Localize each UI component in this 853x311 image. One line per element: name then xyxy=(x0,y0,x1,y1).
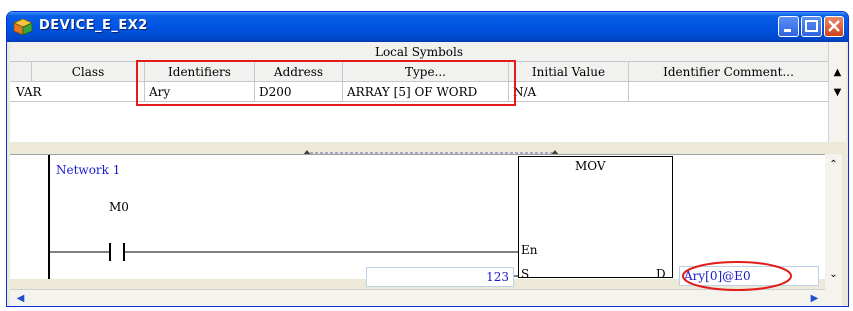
highlight-rectangle xyxy=(136,60,516,106)
rung-wiring xyxy=(48,243,518,277)
minimize-button[interactable] xyxy=(778,16,799,37)
symbol-editor-window: DEVICE_E_EX2 Local Symbols Class Identif… xyxy=(6,11,849,307)
window-title: DEVICE_E_EX2 xyxy=(39,18,148,33)
maximize-button[interactable] xyxy=(801,16,822,37)
column-header-initial-value[interactable]: Initial Value xyxy=(509,62,629,82)
column-header-identifier-comment[interactable]: Identifier Comment... xyxy=(629,62,828,82)
ladder-vertical-scrollbar[interactable]: ⌃ ⌄ xyxy=(825,154,842,306)
cell-class[interactable]: VAR xyxy=(10,82,145,102)
scroll-up-icon[interactable]: ▲ xyxy=(829,64,846,81)
mov-instruction-block[interactable] xyxy=(518,156,673,278)
scroll-down-icon[interactable]: ⌄ xyxy=(825,266,842,283)
column-header-class[interactable]: Class xyxy=(32,62,145,82)
minimize-icon xyxy=(784,29,791,32)
pin-d-label: D xyxy=(656,267,666,281)
pin-s-label: S xyxy=(521,267,530,281)
highlight-ellipse xyxy=(682,261,792,291)
scroll-down-icon[interactable]: ▼ xyxy=(829,84,846,101)
scroll-up-icon[interactable]: ⌃ xyxy=(825,156,842,173)
device-icon xyxy=(13,18,33,36)
table-caption: Local Symbols xyxy=(10,42,828,62)
close-button[interactable] xyxy=(824,16,844,37)
pane-splitter[interactable] xyxy=(10,143,827,155)
row-header-corner xyxy=(10,62,32,82)
table-vertical-scrollbar[interactable]: ▲ ▼ xyxy=(828,42,846,142)
title-bar[interactable]: DEVICE_E_EX2 xyxy=(7,12,848,42)
pin-en-label: En xyxy=(521,243,538,257)
scroll-right-icon[interactable]: ▶ xyxy=(806,290,823,306)
maximize-icon xyxy=(805,20,818,32)
scroll-left-icon[interactable]: ◀ xyxy=(12,290,29,306)
close-icon xyxy=(828,20,840,32)
instruction-name: MOV xyxy=(575,159,606,173)
cell-identifier-comment[interactable] xyxy=(629,82,828,102)
cell-initial-value[interactable]: N/A xyxy=(509,82,629,102)
source-operand-field[interactable]: 123 xyxy=(366,267,514,287)
